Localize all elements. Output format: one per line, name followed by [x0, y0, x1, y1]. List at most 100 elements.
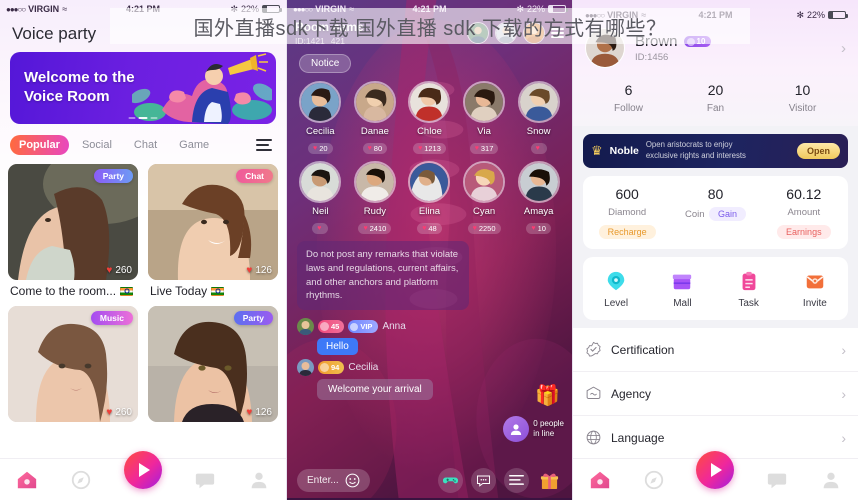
seat-score-badge: ♥ 2250 — [467, 223, 501, 234]
stat-value: 10 — [794, 82, 811, 98]
gift-box-icon — [540, 473, 559, 489]
room-card[interactable]: Chat ♥ 126 Live Today — [148, 164, 278, 298]
wallet-value: 60.12 — [786, 186, 822, 202]
stat-fan[interactable]: 20 Fan — [672, 82, 759, 116]
seat-item[interactable]: Rudy ♥ 2410 — [350, 161, 400, 235]
menu-icon[interactable] — [504, 467, 529, 493]
heart-icon: ♥ — [313, 145, 318, 152]
invite-icon — [782, 269, 848, 293]
room-card-badge: Music — [90, 311, 133, 325]
heart-icon: ♥ — [418, 145, 423, 152]
gain-chip[interactable]: Gain — [708, 207, 746, 221]
message-icon[interactable] — [194, 469, 216, 491]
quick-action-task[interactable]: Task — [716, 269, 782, 309]
live-button[interactable] — [124, 450, 162, 489]
noble-title: Noble — [609, 145, 639, 157]
heart-icon: ♥ — [535, 145, 540, 152]
profile-icon[interactable] — [820, 469, 842, 491]
banner-text: Welcome to the Voice Room — [10, 69, 160, 107]
heart-icon: ♥ — [106, 265, 113, 276]
seat-score-badge: ♥ 2410 — [358, 223, 392, 234]
avatar-image — [465, 163, 504, 201]
certification-icon — [586, 341, 601, 357]
wallet-value: 80 — [707, 186, 724, 202]
seat-item[interactable]: Elina ♥ 48 — [404, 161, 454, 235]
seat-item[interactable]: Cyan ♥ 2250 — [459, 161, 509, 235]
stat-label: Visitor — [788, 103, 817, 114]
wallet-diamond[interactable]: 600 Diamond Recharge — [583, 186, 671, 240]
quick-action-mall[interactable]: Mall — [649, 269, 715, 309]
room-card-viewers: ♥ 260 — [106, 265, 132, 276]
wallet-coin[interactable]: 80 Coin Gain — [671, 186, 759, 240]
seat-item[interactable]: Chloe ♥ 1213 — [404, 81, 454, 155]
heart-icon: ♥ — [246, 265, 253, 276]
seat-score: 2410 — [369, 224, 387, 233]
recharge-chip[interactable]: Recharge — [598, 225, 656, 239]
seat-score: 1213 — [424, 144, 441, 153]
seat-avatar — [299, 161, 342, 203]
game-icon[interactable] — [438, 467, 463, 493]
avatar-image — [355, 83, 394, 121]
home-icon[interactable] — [589, 469, 611, 491]
seat-score-badge: ♥ 80 — [362, 143, 388, 154]
live-button[interactable] — [696, 450, 735, 489]
seat-item[interactable]: Amaya ♥ 10 — [514, 161, 564, 235]
avatar-image — [297, 359, 314, 377]
chevron-right-icon: › — [841, 429, 846, 446]
profile-icon[interactable] — [248, 469, 270, 491]
list-item-agency[interactable]: Agency › — [573, 372, 858, 416]
gift-box-icon[interactable]: 🎁 — [535, 383, 560, 408]
emoji-icon[interactable] — [345, 473, 360, 488]
message-icon[interactable] — [766, 469, 788, 491]
seat-item[interactable]: Via ♥ 317 — [459, 81, 509, 155]
room-card[interactable]: Music ♥ 260 — [8, 306, 138, 422]
seat-name: Rudy — [363, 206, 386, 217]
user-level-badge: 94 — [318, 361, 345, 375]
chevron-right-icon[interactable]: › — [841, 40, 846, 57]
level-icon — [583, 269, 649, 293]
message-input[interactable]: Enter... — [297, 468, 370, 492]
user-level: 94 — [331, 363, 340, 373]
room-card-badge: Chat — [236, 169, 273, 183]
list-item-certification[interactable]: Certification › — [573, 328, 858, 372]
stat-label: Fan — [706, 103, 725, 114]
tab-menu-icon[interactable] — [256, 139, 276, 151]
seat-item[interactable]: Cecilia ♥ 20 — [295, 81, 345, 155]
level-diamond-icon — [607, 271, 625, 291]
noble-banner[interactable]: ♛ Noble Open aristocrats to enjoy exclus… — [583, 134, 848, 168]
stat-visitor[interactable]: 10 Visitor — [759, 82, 846, 116]
quick-action-invite[interactable]: Invite — [782, 269, 848, 309]
quick-action-level[interactable]: Level — [583, 269, 649, 309]
stat-follow[interactable]: 6 Follow — [585, 82, 672, 116]
gift-icon[interactable] — [537, 468, 562, 493]
list-item-label: Certification — [611, 342, 675, 357]
chat-icon[interactable] — [471, 467, 496, 493]
room-card[interactable]: Party ♥ 126 — [148, 306, 278, 422]
seat-score-badge: ♥ 1213 — [413, 143, 446, 154]
room-card[interactable]: Party ♥ 260 Come to the room... — [8, 164, 138, 298]
left-phone-panel: ●●●○○ VIRGIN ≈ 4:21 PM ✻ 22% Voice party — [0, 0, 286, 500]
tab-popular[interactable]: Popular — [10, 135, 69, 155]
seat-item[interactable]: Danae ♥ 80 — [350, 81, 400, 155]
discover-icon[interactable] — [70, 469, 92, 491]
welcome-banner[interactable]: Welcome to the Voice Room — [10, 52, 276, 124]
seat-item[interactable]: Snow ♥ — [514, 81, 564, 155]
user-level: 45 — [331, 322, 340, 332]
tab-chat[interactable]: Chat — [125, 135, 166, 155]
earnings-chip[interactable]: Earnings — [777, 225, 831, 239]
seat-score: 2250 — [478, 224, 496, 233]
queue-indicator[interactable]: 0 people in line — [503, 416, 564, 442]
seat-item[interactable]: Neil ♥ — [295, 161, 345, 235]
clipboard-icon — [742, 271, 756, 291]
home-icon[interactable] — [16, 469, 38, 491]
avatar-image — [301, 83, 340, 121]
tab-game[interactable]: Game — [170, 135, 218, 155]
discover-icon[interactable] — [643, 469, 665, 491]
noble-open-button[interactable]: Open — [796, 143, 840, 159]
notice-button[interactable]: Notice — [299, 54, 352, 73]
queue-text: 0 people in line — [533, 419, 564, 439]
wallet-amount[interactable]: 60.12 Amount Earnings — [760, 186, 848, 240]
room-card-viewers: ♥ 126 — [246, 265, 272, 276]
tab-social[interactable]: Social — [73, 135, 121, 155]
banner-pagination-dots[interactable] — [128, 117, 158, 119]
